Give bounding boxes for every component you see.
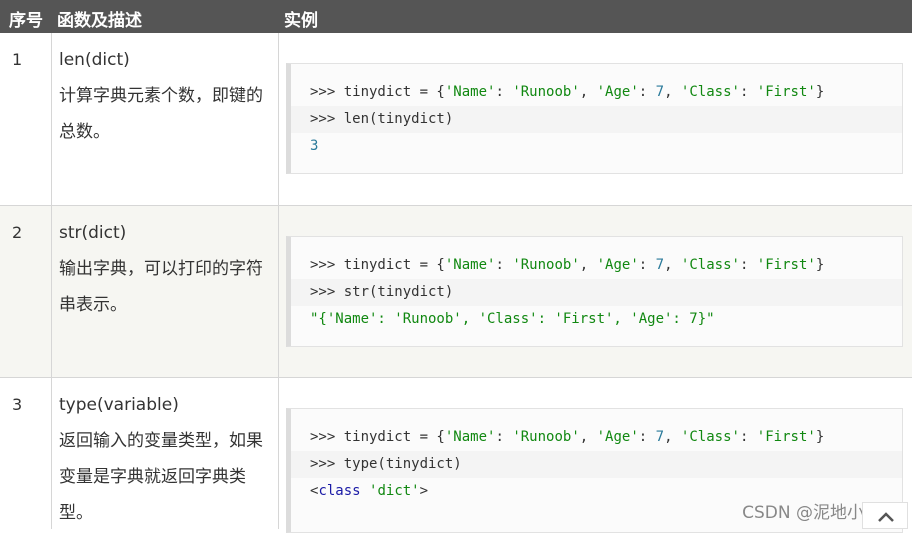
code-line: >>> tinydict = {'Name': 'Runoob', 'Age':… — [310, 84, 825, 100]
code-line: >>> type(tinydict) — [291, 451, 902, 478]
chevron-up-icon — [878, 512, 894, 522]
row-number: 3 — [12, 395, 23, 414]
code-line: "{'Name': 'Runoob', 'Class': 'First', 'A… — [310, 311, 715, 327]
function-desc: 输出字典，可以打印的字符串表示。 — [59, 259, 263, 315]
row-description: len(dict) 计算字典元素个数，即键的总数。 — [59, 42, 265, 150]
function-name: len(dict) — [59, 50, 130, 70]
row-number: 2 — [12, 223, 23, 242]
header-func: 函数及描述 — [57, 11, 142, 31]
row-number: 1 — [12, 50, 23, 69]
row-description: str(dict) 输出字典，可以打印的字符串表示。 — [59, 215, 265, 323]
dict-functions-table: 序号 函数及描述 实例 1 len(dict) 计算字典元素个数，即键的总数。 … — [0, 0, 912, 533]
code-line: >>> tinydict = {'Name': 'Runoob', 'Age':… — [310, 429, 825, 445]
table-header: 序号 函数及描述 实例 — [0, 0, 912, 33]
back-to-top-button[interactable] — [862, 502, 908, 529]
code-line: 3 — [310, 138, 319, 154]
header-example: 实例 — [284, 11, 318, 31]
code-line: >>> len(tinydict) — [291, 106, 902, 133]
row-description: type(variable) 返回输入的变量类型，如果变量是字典就返回字典类型。 — [59, 387, 265, 531]
code-line: >>> tinydict = {'Name': 'Runoob', 'Age':… — [310, 257, 825, 273]
function-desc: 返回输入的变量类型，如果变量是字典就返回字典类型。 — [59, 431, 263, 523]
function-name: str(dict) — [59, 223, 127, 243]
code-block: >>> tinydict = {'Name': 'Runoob', 'Age':… — [286, 236, 903, 347]
code-line: >>> str(tinydict) — [291, 279, 902, 306]
header-no: 序号 — [9, 11, 43, 31]
column-divider — [51, 33, 52, 529]
column-divider — [278, 33, 279, 529]
function-name: type(variable) — [59, 395, 179, 415]
code-block: >>> tinydict = {'Name': 'Runoob', 'Age':… — [286, 63, 903, 174]
table-row: 1 len(dict) 计算字典元素个数，即键的总数。 >>> tinydict… — [0, 33, 912, 205]
function-desc: 计算字典元素个数，即键的总数。 — [59, 86, 263, 142]
table-row: 2 str(dict) 输出字典，可以打印的字符串表示。 >>> tinydic… — [0, 205, 912, 377]
